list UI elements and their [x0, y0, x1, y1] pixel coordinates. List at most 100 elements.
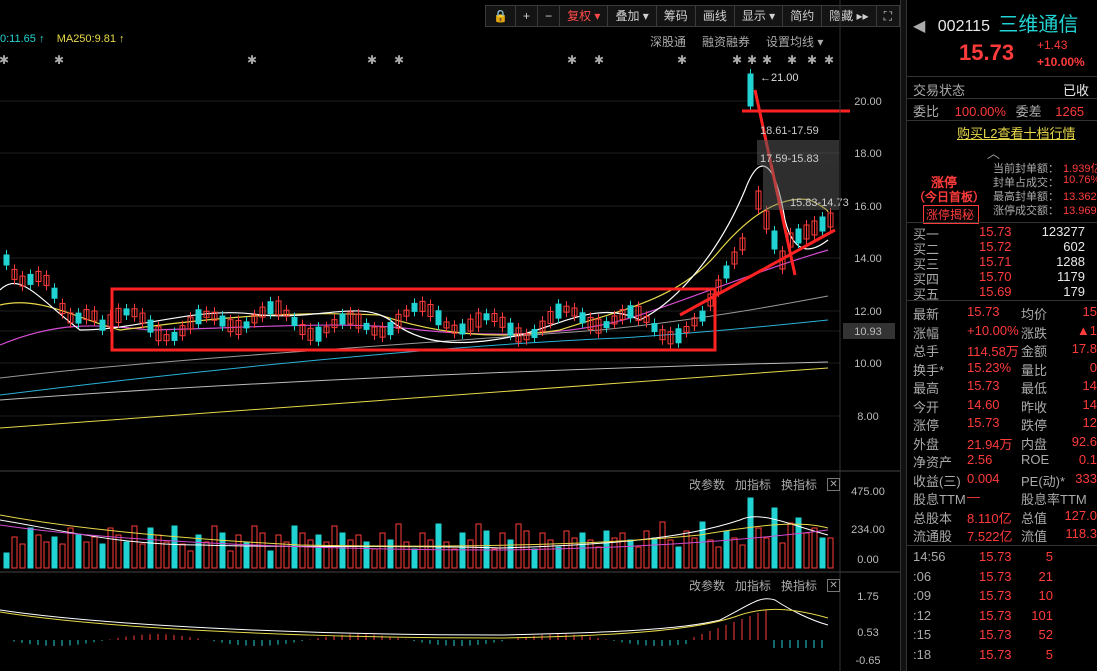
- candle-body: [147, 319, 154, 333]
- candle-body: [699, 310, 706, 322]
- macd-edit-params[interactable]: 改参数: [689, 577, 725, 594]
- volume-bar: [35, 534, 42, 569]
- tick-row: 14:56 15.73 5: [913, 549, 1053, 564]
- volume-bar: [763, 537, 770, 569]
- volume-bar: [555, 546, 562, 569]
- volume-bar: [515, 523, 522, 569]
- volume-bar: [491, 548, 498, 569]
- candle-body: [51, 287, 58, 299]
- candle-body: [459, 323, 466, 335]
- candle-body: [99, 319, 106, 331]
- macd-switch-indicator[interactable]: 换指标: [781, 577, 817, 594]
- volume-bar: [827, 537, 834, 569]
- event-star-icon: ✱: [824, 53, 834, 67]
- candle-body: [315, 326, 322, 342]
- volume-bar: [619, 532, 626, 569]
- close-icon[interactable]: ✕: [827, 478, 841, 491]
- candle-body: [579, 312, 586, 324]
- quote-row: 股息TTM — 股息率TTM: [913, 489, 1087, 507]
- volume-bar: [91, 536, 98, 569]
- candle-body: [123, 308, 130, 316]
- event-star-icon: ✱: [677, 53, 687, 67]
- vol-switch-indicator[interactable]: 换指标: [781, 476, 817, 493]
- candle-body: [195, 309, 202, 325]
- volume-bar: [507, 539, 514, 569]
- volume-bar: [59, 543, 66, 569]
- volume-bar: [299, 532, 306, 569]
- volume-bar: [315, 534, 322, 569]
- volume-bar: [699, 521, 706, 569]
- high-label: ←21.00: [760, 72, 799, 84]
- quote-row: 总手 114.58万 金额 17.8: [913, 341, 1097, 359]
- macd-add-indicator[interactable]: 加指标: [735, 577, 771, 594]
- volume-bar: [203, 541, 210, 569]
- candle-body: [675, 328, 682, 344]
- l2-link[interactable]: 购买L2查看十档行情: [957, 123, 1097, 142]
- volume-bar: [99, 543, 106, 569]
- volume-bar: [459, 532, 466, 569]
- volume-bar: [739, 544, 746, 569]
- vol-edit-params[interactable]: 改参数: [689, 476, 725, 493]
- volume-bar: [451, 548, 458, 569]
- volume-bar: [571, 537, 578, 569]
- volume-bar: [603, 530, 610, 569]
- tick-row: :12 15.73 101: [913, 607, 1053, 623]
- event-star-icon: ✱: [54, 53, 64, 67]
- event-star-icon: ✱: [394, 53, 404, 67]
- volume-bar: [219, 532, 226, 569]
- event-star-icon: ✱: [762, 53, 772, 67]
- change-value: +1.43: [1037, 38, 1068, 52]
- price-tick-label: 10.93: [854, 326, 882, 338]
- volume-bar: [595, 546, 602, 569]
- quote-row: 涨幅 +10.00% 涨跌 ▲1: [913, 322, 1097, 341]
- candle-body: [291, 317, 298, 327]
- volume-bar: [563, 530, 570, 569]
- volume-bar: [355, 534, 362, 569]
- volume-bar: [75, 534, 82, 569]
- volume-bar: [211, 525, 218, 569]
- price-tick-label: 8.00: [857, 411, 878, 423]
- volume-bar: [275, 534, 282, 569]
- volume-bar: [339, 532, 346, 569]
- volume-bar: [731, 537, 738, 569]
- quote-row: 外盘 21.94万 内盘 92.6: [913, 433, 1097, 452]
- volume-bar: [747, 497, 754, 569]
- back-arrow-icon[interactable]: ◀: [913, 18, 925, 35]
- candlestick-chart[interactable]: ✱ ✱ ✱ ✱ ✱ ✱ ✱ ✱ ✱ ✱ ✱ ✱ ✱ ✱ ←21.00 18.61-17.59 17.59-…: [0, 0, 900, 671]
- close-icon[interactable]: ✕: [827, 579, 841, 592]
- volume-bar: [427, 539, 434, 569]
- quote-row: 今开 14.60 昨收 14: [913, 396, 1097, 415]
- volume-tick-label: 234.00: [851, 524, 885, 536]
- quote-row: 涨停 15.73 跌停 12: [913, 415, 1097, 433]
- volume-bar: [163, 541, 170, 569]
- volume-bar: [11, 536, 18, 569]
- tick-row: :06 15.73 21: [913, 568, 1053, 584]
- kline-chart-area[interactable]: 🔒 + − 复权 ▾ 叠加 ▾ 筹码 画线 显示 ▾ 简约 隐藏 ▸▸ ⛶ 0:…: [0, 0, 900, 671]
- volume-bar: [371, 548, 378, 569]
- macd-dif-line: [0, 598, 829, 636]
- candle-body: [747, 73, 754, 107]
- candle-body: [267, 301, 274, 315]
- event-star-icon: ✱: [367, 53, 377, 67]
- quote-row: 流通股 7.522亿 流值 118.3: [913, 526, 1097, 544]
- event-star-icon: ✱: [747, 53, 757, 67]
- event-star-icon: ✱: [0, 53, 9, 67]
- candle-body: [435, 310, 442, 326]
- quote-row: 收益(三) 0.004 PE(动)* 333: [913, 470, 1097, 489]
- candle-body: [795, 228, 802, 244]
- volume-bar: [195, 534, 202, 569]
- trade-status-row: 交易状态 已收: [913, 83, 1090, 98]
- volume-panel-head: 改参数 加指标 换指标 ✕: [689, 476, 841, 493]
- volume-bar: [139, 543, 146, 569]
- macd-panel-head: 改参数 加指标 换指标 ✕: [689, 577, 841, 594]
- macd-tick-label: 0.53: [857, 627, 878, 639]
- volume-bar: [707, 539, 714, 569]
- volume-bar: [387, 539, 394, 569]
- event-star-icon: ✱: [594, 53, 604, 67]
- vol-add-indicator[interactable]: 加指标: [735, 476, 771, 493]
- quote-panel: ◀ 002115 三维通信 15.73 +1.43 +10.00% 交易状态 已…: [906, 0, 1097, 671]
- event-star-icon: ✱: [787, 53, 797, 67]
- candle-body: [411, 302, 418, 312]
- candle-body: [387, 322, 394, 336]
- candle-body: [339, 313, 346, 325]
